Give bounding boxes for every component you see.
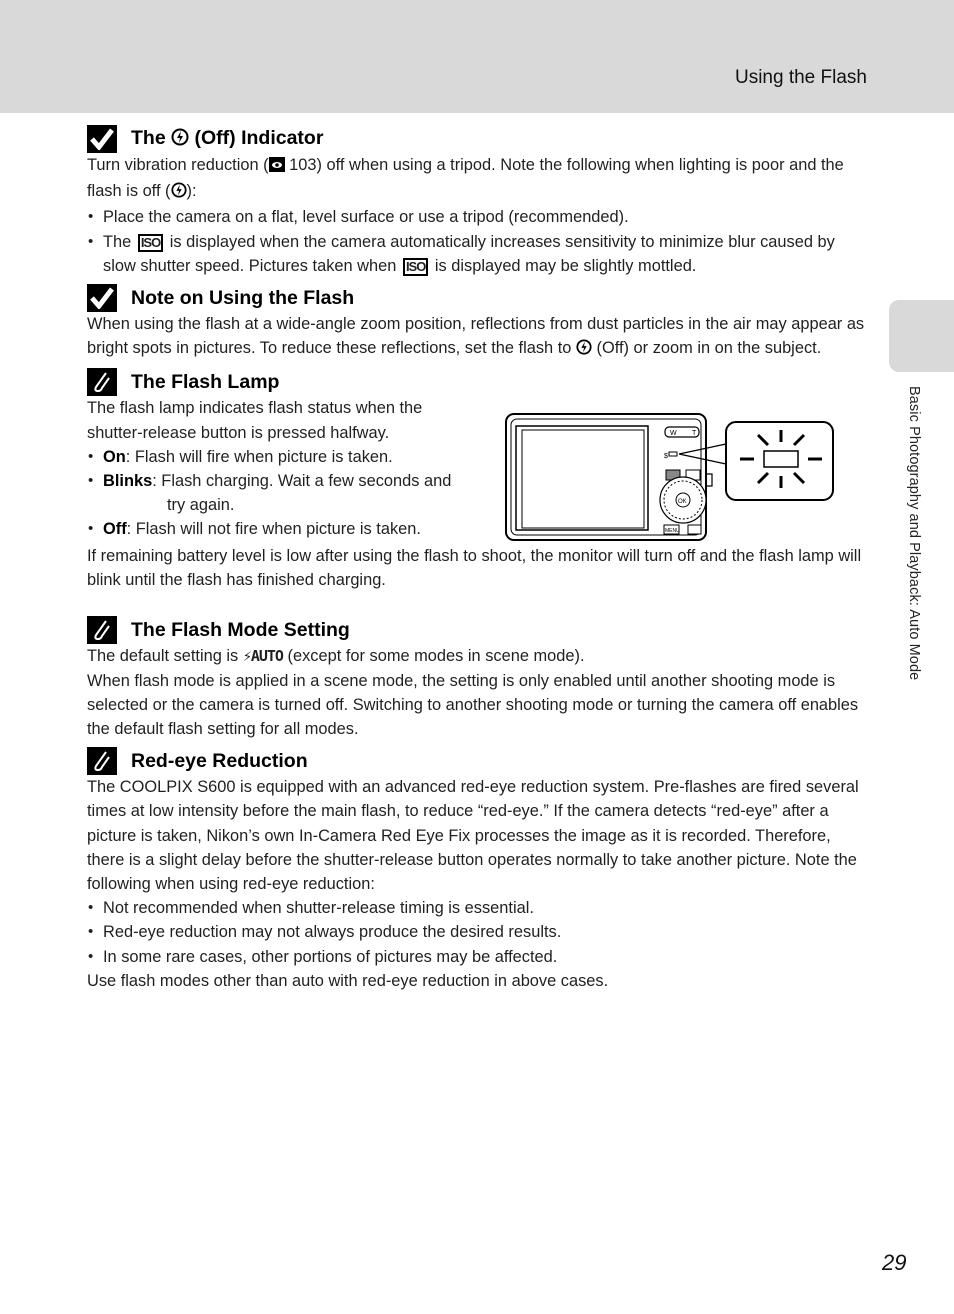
paragraph: Use flash modes other than auto with red…	[87, 971, 609, 990]
section-note-flash: Note on Using the Flash When using the f…	[87, 282, 867, 362]
page-number: 29	[882, 1250, 907, 1275]
paragraph: The COOLPIX S600 is equipped with an adv…	[87, 778, 859, 894]
paragraph: When flash mode is applied in a scene mo…	[87, 671, 859, 739]
svg-text:OK: OK	[678, 499, 687, 505]
svg-text:$: $	[664, 453, 668, 460]
paragraph: Turn vibration reduction ( 103) off when…	[87, 153, 867, 205]
checkmark-icon	[87, 284, 117, 313]
section-title: The Flash Mode Setting	[131, 619, 350, 642]
chapter-label: Basic Photography and Playback: Auto Mod…	[906, 386, 922, 681]
section-title: The Flash Lamp	[131, 371, 280, 394]
svg-text:T: T	[692, 430, 697, 437]
section-flash-lamp: The Flash Lamp The flash lamp indicates …	[87, 366, 867, 616]
reference-icon	[268, 155, 285, 179]
iso-icon: ISO	[137, 233, 164, 252]
paragraph: The flash lamp indicates flash status wh…	[87, 399, 423, 442]
paragraph: When using the flash at a wide-angle zoo…	[87, 312, 867, 362]
page-content: The (Off) Indicator Turn vibration reduc…	[87, 123, 867, 997]
section-off-indicator: The (Off) Indicator Turn vibration reduc…	[87, 123, 867, 278]
header-title: Using the Flash	[734, 67, 867, 88]
list-item: Red-eye reduction may not always produce…	[87, 920, 867, 944]
list-item: Not recommended when shutter-release tim…	[87, 896, 867, 920]
list-item: The ISO is displayed when the camera aut…	[87, 230, 867, 278]
checkmark-icon	[87, 125, 117, 153]
flash-off-icon	[171, 128, 189, 152]
section-flash-mode: The Flash Mode Setting The default setti…	[87, 614, 867, 741]
section-title: Red-eye Reduction	[131, 750, 308, 773]
camera-back-illustration: W T $ OK MENU	[505, 413, 834, 542]
camera-body: W T $ OK MENU	[505, 413, 713, 542]
svg-text:W: W	[670, 430, 677, 437]
list-item: Blinks: Flash charging. Wait a few secon…	[87, 469, 482, 517]
section-title: The (Off) Indicator	[131, 126, 323, 152]
section-red-eye: Red-eye Reduction The COOLPIX S600 is eq…	[87, 745, 867, 993]
iso-icon: ISO	[402, 257, 429, 276]
list-item: In some rare cases, other portions of pi…	[87, 945, 867, 969]
chapter-tab	[889, 300, 954, 372]
flash-off-icon	[170, 181, 187, 205]
paperclip-icon	[87, 616, 117, 645]
section-title: Note on Using the Flash	[131, 286, 355, 309]
list-item: Off: Flash will not fire when picture is…	[87, 517, 482, 541]
delete-button	[687, 524, 702, 535]
flash-off-icon	[576, 338, 592, 362]
svg-text:MENU: MENU	[665, 528, 680, 534]
list-item: Place the camera on a flat, level surfac…	[87, 205, 867, 229]
flash-auto-icon: ⚡AUTO	[242, 647, 284, 666]
paperclip-icon	[87, 747, 117, 776]
list-item: On: Flash will fire when picture is take…	[87, 445, 482, 469]
page-header: Using the Flash	[0, 0, 954, 113]
paperclip-icon	[87, 368, 117, 397]
paragraph: The default setting is ⚡AUTO (except for…	[87, 647, 585, 666]
paragraph: If remaining battery level is low after …	[87, 546, 862, 589]
